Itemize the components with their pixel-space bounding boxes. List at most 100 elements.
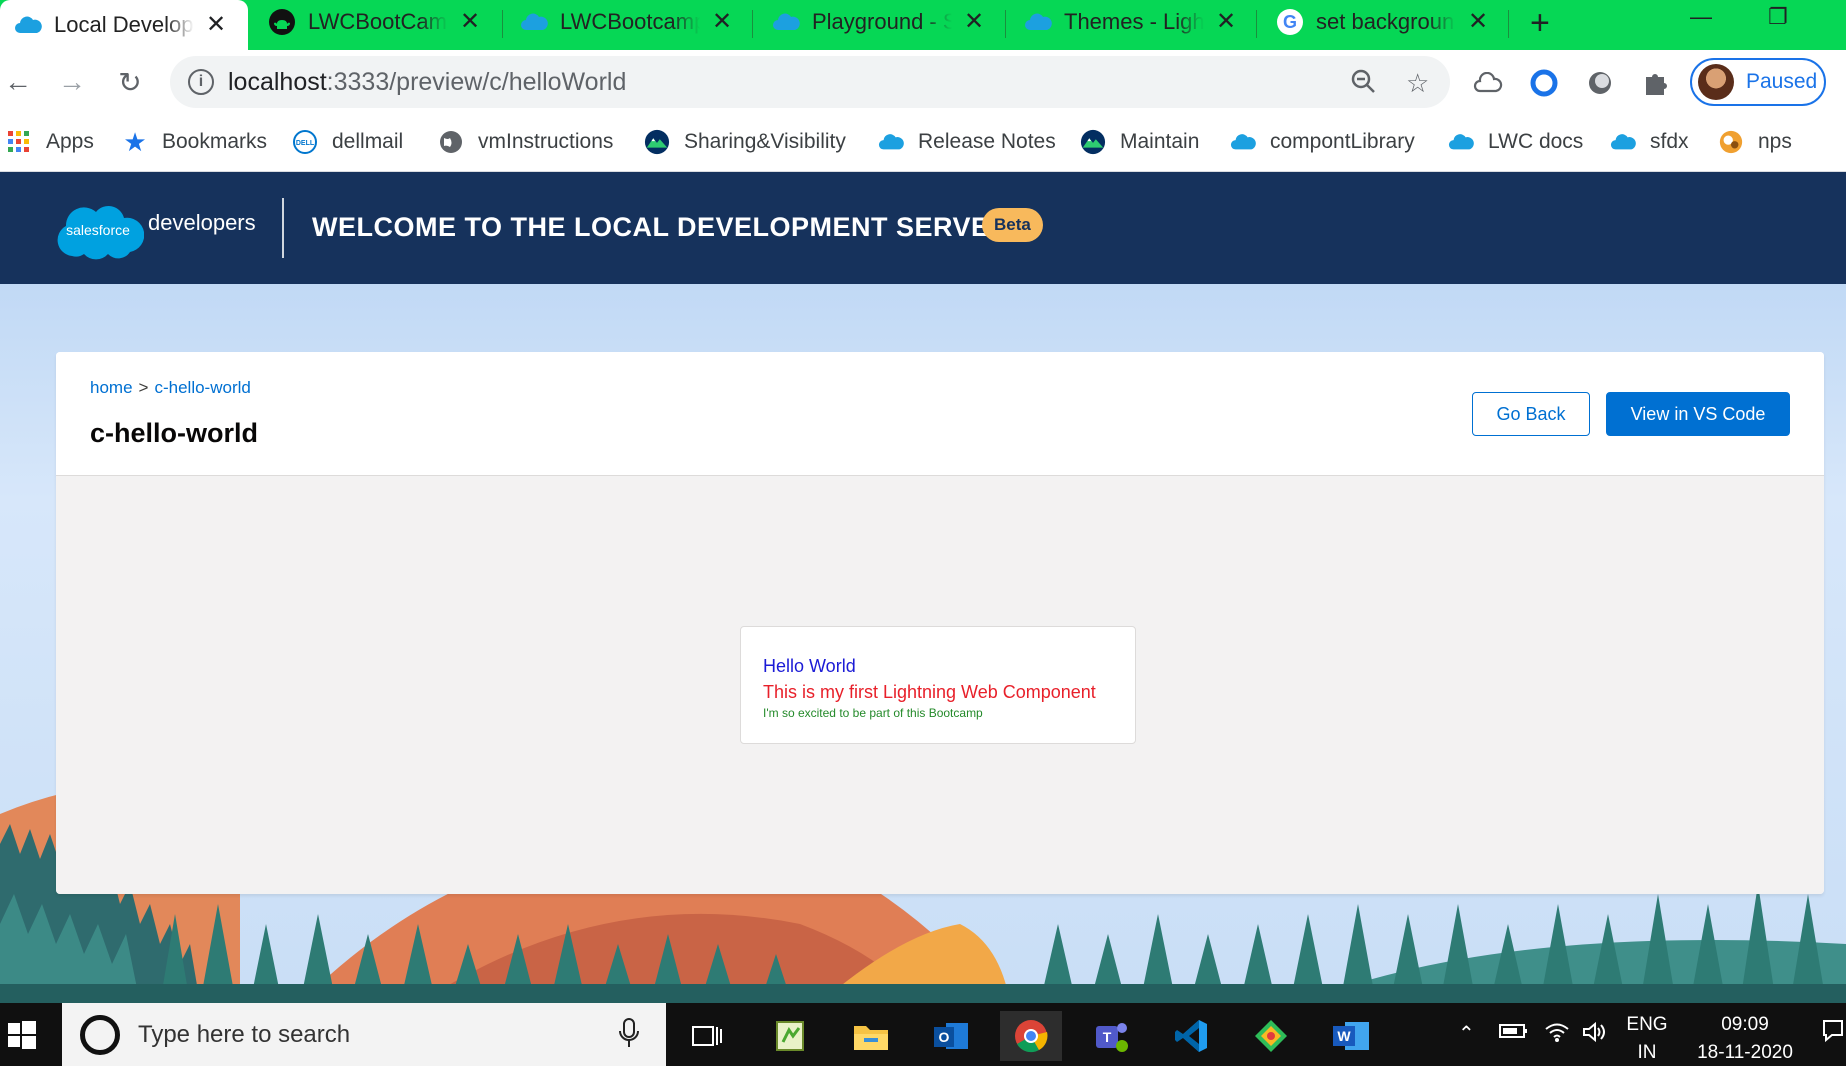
profile-button[interactable]: Paused (1690, 58, 1826, 106)
bookmark-apps[interactable]: Apps (6, 126, 94, 158)
svg-text:G: G (1283, 12, 1297, 32)
salesforce-cloud-icon (520, 8, 548, 36)
restore-window-icon[interactable]: ❐ (1768, 4, 1788, 30)
beta-badge: Beta (982, 208, 1043, 242)
tab-separator (1508, 10, 1509, 38)
outlook-icon[interactable]: O (920, 1011, 982, 1061)
tab-lwcbootcamp[interactable]: LWCBootcamp ✕ (506, 0, 750, 44)
tab-separator (502, 10, 503, 38)
language-code: ENG (1626, 1014, 1668, 1035)
tab-local-development[interactable]: Local Developm ✕ (0, 0, 248, 50)
bookmark-label: Apps (46, 130, 94, 153)
zoom-icon[interactable] (1350, 68, 1376, 101)
google-icon: G (1276, 8, 1304, 36)
microphone-icon[interactable] (618, 1017, 640, 1056)
bookmark-label: LWC docs (1488, 130, 1584, 153)
breadcrumb-separator: > (138, 378, 149, 397)
notepad-plus-icon[interactable] (760, 1011, 822, 1061)
bookmark-label: Sharing&Visibility (684, 130, 846, 153)
word-icon[interactable]: W (1320, 1011, 1382, 1061)
circle-extension-icon[interactable] (1584, 67, 1616, 99)
salesforce-logo[interactable]: salesforce (54, 198, 145, 265)
bookmark-release-notes[interactable]: Release Notes (878, 126, 1056, 158)
tab-playground[interactable]: Playground - S ✕ (758, 0, 1002, 44)
close-tab-icon[interactable]: ✕ (1214, 10, 1238, 34)
bookmark-vminstructions[interactable]: vmInstructions (438, 126, 613, 158)
extensions-puzzle-icon[interactable] (1640, 67, 1672, 99)
volume-icon[interactable] (1582, 1021, 1608, 1049)
battery-icon[interactable] (1498, 1021, 1528, 1047)
url-text[interactable]: localhost:3333/preview/c/helloWorld (228, 68, 626, 97)
header-divider (282, 198, 284, 258)
file-explorer-icon[interactable] (840, 1011, 902, 1061)
git-kraken-icon[interactable] (1240, 1011, 1302, 1061)
task-view-icon[interactable] (676, 1011, 738, 1061)
cloud-extension-icon[interactable] (1472, 67, 1504, 99)
svg-text:T: T (1103, 1029, 1112, 1045)
cortana-icon[interactable] (80, 1015, 120, 1055)
close-tab-icon[interactable]: ✕ (962, 10, 986, 34)
taskbar-search[interactable]: Type here to search (62, 1003, 666, 1066)
bookmark-bookmarks[interactable]: ★ Bookmarks (122, 126, 267, 158)
hello-world-text: Hello World (763, 656, 856, 676)
clock-time: 09:09 (1721, 1014, 1769, 1035)
salesforce-cloud-icon (772, 8, 800, 36)
profile-status: Paused (1746, 70, 1818, 93)
hello-world-component: Hello World This is my first Lightning W… (740, 626, 1136, 744)
breadcrumb-home[interactable]: home (90, 378, 133, 397)
site-info-icon[interactable]: i (188, 69, 214, 95)
new-tab-button[interactable]: + (1530, 6, 1550, 40)
ring-extension-icon[interactable] (1528, 67, 1560, 99)
view-in-vscode-button[interactable]: View in VS Code (1606, 392, 1790, 436)
wifi-icon[interactable] (1544, 1021, 1570, 1049)
bookmark-compontlibrary[interactable]: compontLibrary (1230, 126, 1415, 158)
bookmark-label: compontLibrary (1270, 130, 1415, 153)
notifications-icon[interactable] (1822, 1019, 1844, 1049)
tab-separator (1005, 10, 1006, 38)
svg-text:DELL: DELL (296, 140, 315, 147)
tab-themes-light[interactable]: Themes - Light ✕ (1010, 0, 1254, 44)
star-icon: ★ (123, 126, 147, 157)
minimize-window-icon[interactable]: — (1690, 4, 1712, 30)
close-tab-icon[interactable]: ✕ (458, 10, 482, 34)
reload-icon[interactable]: ↻ (112, 64, 148, 100)
back-icon[interactable]: ← (0, 64, 36, 100)
tab-separator (1256, 10, 1257, 38)
forward-icon[interactable]: → (54, 64, 90, 100)
bookmark-label: sfdx (1650, 130, 1689, 153)
url-host: localhost (228, 68, 327, 96)
salesforce-cloud-icon (14, 11, 42, 39)
system-clock[interactable]: 09:09 18-11-2020 (1690, 1011, 1800, 1066)
breadcrumb-current[interactable]: c-hello-world (154, 378, 250, 397)
chrome-icon[interactable] (1000, 1011, 1062, 1061)
sf-developers-header: salesforce developers WELCOME TO THE LOC… (0, 172, 1846, 284)
windows-start-icon[interactable] (8, 1021, 36, 1049)
tab-lwcbootcamp-github[interactable]: LWCBootCamp ✕ (254, 0, 498, 44)
input-language[interactable]: ENG IN (1622, 1011, 1672, 1066)
browser-toolbar: ← → ↻ i localhost:3333/preview/c/helloWo… (0, 50, 1846, 114)
clock-date: 18-11-2020 (1697, 1042, 1793, 1063)
close-tab-icon[interactable]: ✕ (204, 13, 228, 37)
github-icon (268, 8, 296, 36)
address-bar[interactable]: i localhost:3333/preview/c/helloWorld ☆ (170, 56, 1450, 108)
url-path: :3333/preview/c/helloWorld (326, 68, 627, 96)
show-hidden-icons-icon[interactable]: ⌃ (1458, 1021, 1475, 1046)
bookmark-nps[interactable]: nps (1718, 126, 1792, 158)
close-tab-icon[interactable]: ✕ (1466, 10, 1490, 34)
bookmark-maintain[interactable]: Maintain (1080, 126, 1199, 158)
bookmark-dellmail[interactable]: DELL dellmail (292, 126, 403, 158)
close-tab-icon[interactable]: ✕ (710, 10, 734, 34)
apps-grid-icon (6, 129, 32, 155)
go-back-button[interactable]: Go Back (1472, 392, 1590, 436)
teams-icon[interactable]: T (1080, 1011, 1142, 1061)
bookmark-sfdx[interactable]: sfdx (1610, 126, 1689, 158)
bookmark-label: Release Notes (918, 130, 1056, 153)
vscode-icon[interactable] (1160, 1011, 1222, 1061)
bookmark-sharing-visibility[interactable]: Sharing&Visibility (644, 126, 846, 158)
tab-set-background[interactable]: G set backgroun ✕ (1262, 0, 1506, 44)
svg-text:O: O (939, 1029, 950, 1045)
bookmark-star-icon[interactable]: ☆ (1406, 68, 1429, 99)
bookmark-label: nps (1758, 130, 1792, 153)
dell-icon: DELL (292, 129, 318, 155)
bookmark-lwc-docs[interactable]: LWC docs (1448, 126, 1583, 158)
